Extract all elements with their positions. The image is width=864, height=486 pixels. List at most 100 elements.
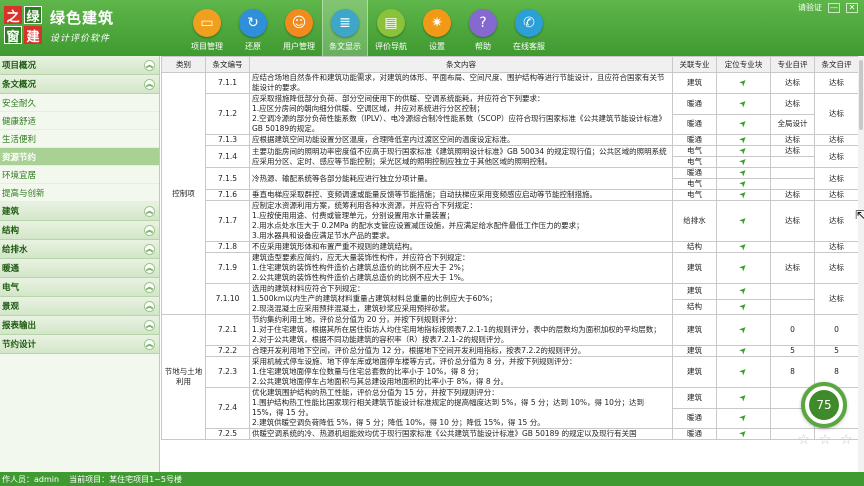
locate-arrow-icon[interactable]: ➤ — [737, 169, 749, 178]
chevron-up-icon[interactable]: ︽ — [144, 300, 155, 312]
locate-button[interactable]: ➤ — [716, 314, 771, 346]
minimize-button[interactable]: — — [828, 2, 840, 13]
locate-button[interactable]: ➤ — [716, 189, 771, 201]
table-row[interactable]: 7.1.2 应采取措施降低部分负荷、部分空间使用下的供暖、空调系统能耗，并应符合下… — [162, 93, 859, 135]
major-self-eval[interactable] — [770, 283, 815, 300]
locate-arrow-icon[interactable]: ➤ — [737, 118, 749, 130]
header-code[interactable]: 条文编号 — [205, 56, 250, 73]
clause-self-eval[interactable]: 0 — [814, 314, 859, 346]
locate-arrow-icon[interactable]: ➤ — [737, 191, 749, 200]
locate-arrow-icon[interactable]: ➤ — [737, 136, 749, 145]
locate-button[interactable]: ➤ — [716, 178, 771, 190]
clause-self-eval[interactable]: 达标 — [814, 167, 859, 190]
chevron-up-icon[interactable]: ︽ — [144, 224, 155, 236]
sidebar-section[interactable]: 建筑 ︽ — [0, 202, 159, 221]
nav-button-1[interactable]: ↻ 还原 — [230, 0, 276, 56]
scrollbar-thumb[interactable] — [859, 60, 863, 130]
chevron-up-icon[interactable]: ︽ — [144, 338, 155, 350]
table-row[interactable]: 7.1.5 冷热源、输配系统等各部分能耗应进行独立分项计量。 暖通 ➤ 达标 — [162, 167, 859, 190]
locate-button[interactable]: ➤ — [716, 298, 771, 315]
locate-button[interactable]: ➤ — [716, 134, 771, 146]
table-row[interactable]: 7.2.4 优化建筑围护结构的热工性能，评价总分值为 15 分，并按下列规则评分：… — [162, 387, 859, 429]
nav-button-7[interactable]: ✆ 在线客服 — [506, 0, 552, 56]
sidebar-item[interactable]: 环境宜居 — [0, 166, 159, 184]
table-row[interactable]: 7.1.7 应制定水资源利用方案，统筹利用各种水资源，并应符合下列规定： 1.应按… — [162, 200, 859, 242]
clause-self-eval[interactable]: 达标 — [814, 145, 859, 168]
locate-arrow-icon[interactable]: ➤ — [737, 412, 749, 424]
nav-button-6[interactable]: ? 帮助 — [460, 0, 506, 56]
locate-arrow-icon[interactable]: ➤ — [737, 158, 749, 167]
locate-arrow-icon[interactable]: ➤ — [737, 180, 749, 189]
header-locate[interactable]: 定位专业块 — [716, 56, 771, 73]
locate-arrow-icon[interactable]: ➤ — [737, 262, 749, 274]
chevron-up-icon[interactable]: ︽ — [144, 262, 155, 274]
table-row[interactable]: 7.2.3 采用机械式停车设施、地下停车库或地面停车楼等方式，评价总分值为 8 分… — [162, 356, 859, 388]
major-self-eval[interactable] — [770, 241, 815, 253]
nav-button-5[interactable]: ✷ 设置 — [414, 0, 460, 56]
locate-button[interactable]: ➤ — [716, 428, 771, 440]
major-self-eval[interactable]: 达标 — [770, 134, 815, 146]
clause-self-eval[interactable]: 达标 — [814, 93, 859, 135]
sidebar-item[interactable]: 健康舒适 — [0, 112, 159, 130]
nav-button-3[interactable]: ≣ 条文显示 — [322, 0, 368, 56]
table-row[interactable]: 7.1.6 垂直电梯应采取群控、变频调速或能量反馈等节能措施；自动扶梯应采用变频感… — [162, 189, 859, 201]
table-row[interactable]: 7.1.9 建筑造型要素应简约，应无大量装饰性构件，并应符合下列规定： 1.住宅建… — [162, 252, 859, 284]
locate-arrow-icon[interactable]: ➤ — [737, 147, 749, 156]
major-self-eval[interactable]: 达标 — [770, 200, 815, 242]
clause-self-eval[interactable]: 达标 — [814, 241, 859, 253]
sidebar-item[interactable]: 生活便利 — [0, 130, 159, 148]
header-content[interactable]: 条文内容 — [249, 56, 673, 73]
nav-button-4[interactable]: ▤ 评价导航 — [368, 0, 414, 56]
clause-self-eval[interactable]: 5 — [814, 345, 859, 357]
clause-self-eval[interactable]: 达标 — [814, 200, 859, 242]
table-row[interactable]: 7.1.3 应根据建筑空间功能设置分区温度，合理降低室内过渡区空间的温度设定标准。… — [162, 134, 859, 146]
nav-button-0[interactable]: ▭ 项目管理 — [184, 0, 230, 56]
header-major-eval[interactable]: 专业自评 — [770, 56, 815, 73]
sidebar-item[interactable]: 资源节约 — [0, 148, 159, 166]
locate-button[interactable]: ➤ — [716, 252, 771, 284]
table-row[interactable]: 7.2.2 合理开发利用地下空间，评价总分值为 12 分，根据地下空间开发利用指标… — [162, 345, 859, 357]
chevron-up-icon[interactable]: ︽ — [144, 243, 155, 255]
sidebar-section[interactable]: 给排水 ︽ — [0, 240, 159, 259]
sidebar-section[interactable]: 电气 ︽ — [0, 278, 159, 297]
clause-self-eval[interactable]: 达标 — [814, 72, 859, 94]
locate-button[interactable]: ➤ — [716, 113, 771, 135]
table-row[interactable]: 7.1.8 不应采用建筑形体和布置严重不规则的建筑结构。 结构 ➤ 达标 — [162, 241, 859, 253]
locate-button[interactable]: ➤ — [716, 156, 771, 168]
clause-self-eval[interactable]: 达标 — [814, 189, 859, 201]
major-self-eval[interactable]: 达标 — [770, 72, 815, 94]
sidebar-section[interactable]: 项目概况 ︽ — [0, 56, 159, 75]
major-self-eval[interactable]: 达标 — [770, 93, 815, 115]
table-row[interactable]: 控制项 7.1.1 应结合场地自然条件和建筑功能需求，对建筑的体形、平面布局、空间尺… — [161, 72, 859, 315]
sidebar-section[interactable]: 暖通 ︽ — [0, 259, 159, 278]
locate-button[interactable]: ➤ — [716, 241, 771, 253]
chevron-up-icon[interactable]: ︽ — [144, 59, 155, 71]
close-button[interactable]: ✕ — [846, 2, 858, 13]
major-self-eval[interactable] — [770, 298, 815, 315]
locate-button[interactable]: ➤ — [716, 387, 771, 409]
clause-self-eval[interactable]: 达标 — [814, 283, 859, 315]
sidebar-section[interactable]: 结构 ︽ — [0, 221, 159, 240]
chevron-up-icon[interactable]: ︽ — [144, 319, 155, 331]
table-row[interactable]: 7.1.10 选用的建筑材料应符合下列规定： 1.500km以内生产的建筑材料重量… — [162, 283, 859, 315]
locate-button[interactable]: ➤ — [716, 93, 771, 115]
major-self-eval[interactable]: 全局设计 — [770, 113, 815, 135]
locate-button[interactable]: ➤ — [716, 72, 771, 94]
locate-button[interactable]: ➤ — [716, 283, 771, 300]
locate-arrow-icon[interactable]: ➤ — [737, 324, 749, 336]
table-row[interactable]: 节地与土地利用 7.2.1 节约集约利用土地，评价总分值为 20 分，并按下列规则评… — [161, 314, 859, 440]
table-row[interactable]: 7.2.5 供暖空调系统的冷、热源机组能效均优于现行国家标准《公共建筑节能设计标准… — [162, 428, 859, 440]
locate-arrow-icon[interactable]: ➤ — [737, 243, 749, 252]
sidebar-section[interactable]: 景观 ︽ — [0, 297, 159, 316]
locate-arrow-icon[interactable]: ➤ — [737, 366, 749, 378]
locate-button[interactable]: ➤ — [716, 167, 771, 179]
header-clause-eval[interactable]: 条文自评 — [814, 56, 859, 73]
major-self-eval[interactable]: 5 — [770, 345, 815, 357]
sidebar-section[interactable]: 条文概况 ︽ — [0, 75, 159, 94]
locate-arrow-icon[interactable]: ➤ — [737, 77, 749, 89]
chevron-up-icon[interactable]: ︽ — [144, 78, 155, 90]
locate-button[interactable]: ➤ — [716, 200, 771, 242]
sidebar-section[interactable]: 节约设计 ︽ — [0, 335, 159, 354]
locate-arrow-icon[interactable]: ➤ — [737, 301, 749, 313]
verify-link[interactable]: 请验证 — [798, 2, 822, 13]
